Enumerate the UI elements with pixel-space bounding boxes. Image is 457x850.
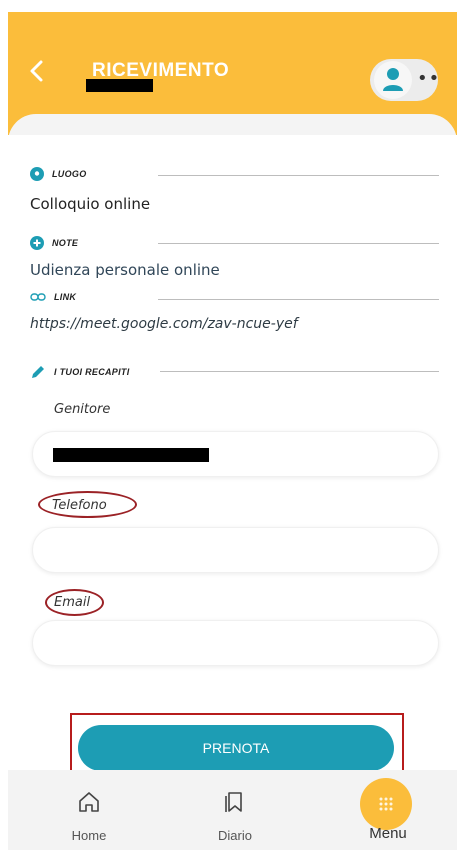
divider xyxy=(158,243,439,244)
redacted-genitore xyxy=(53,448,209,462)
nav-home-label: Home xyxy=(71,828,107,843)
link-icon xyxy=(30,293,46,301)
telefono-field[interactable] xyxy=(32,527,439,573)
more-dots-icon: •• xyxy=(417,68,441,89)
genitore-label: Genitore xyxy=(54,402,111,417)
bottom-nav: Home Diario Menu xyxy=(8,770,457,850)
header: RICEVIMENTO •• xyxy=(8,12,457,154)
nav-home[interactable]: Home xyxy=(29,770,149,850)
grid-dots-icon xyxy=(379,797,393,811)
genitore-field[interactable] xyxy=(32,431,439,477)
section-note: NOTE xyxy=(30,236,78,250)
recapiti-label: I TUOI RECAPITI xyxy=(54,367,130,377)
pencil-icon xyxy=(32,366,44,378)
email-field[interactable] xyxy=(32,620,439,666)
divider xyxy=(158,175,439,176)
section-luogo: LUOGO xyxy=(30,167,87,181)
luogo-value: Colloquio online xyxy=(30,195,151,213)
nav-diario-label: Diario xyxy=(218,828,252,843)
link-label: LINK xyxy=(54,292,77,302)
section-recapiti: I TUOI RECAPITI xyxy=(30,364,130,380)
avatar xyxy=(374,61,412,99)
nav-menu-label: Menu xyxy=(369,825,407,842)
location-pin-icon xyxy=(30,167,44,181)
main-content: LUOGO Colloquio online NOTE Udienza pers… xyxy=(8,135,457,774)
nav-diario[interactable]: Diario xyxy=(175,770,295,850)
back-arrow-icon[interactable] xyxy=(24,56,50,86)
note-value: Udienza personale online xyxy=(30,261,220,279)
user-icon xyxy=(383,68,403,91)
bookmark-icon xyxy=(225,792,242,812)
section-link: LINK xyxy=(30,292,76,302)
home-icon xyxy=(79,792,99,812)
telefono-label: Telefono xyxy=(52,498,107,513)
note-label: NOTE xyxy=(52,238,79,248)
plus-circle-icon xyxy=(30,236,44,250)
user-menu[interactable]: •• xyxy=(370,59,441,101)
luogo-label: LUOGO xyxy=(52,169,87,179)
email-label: Email xyxy=(54,595,91,610)
redacted-name xyxy=(86,79,153,92)
divider xyxy=(160,371,439,372)
prenota-button[interactable]: PRENOTA xyxy=(78,725,394,771)
divider xyxy=(158,299,439,300)
nav-menu-button[interactable] xyxy=(360,778,412,830)
meeting-link[interactable]: https://meet.google.com/zav-ncue-yef xyxy=(30,316,298,332)
